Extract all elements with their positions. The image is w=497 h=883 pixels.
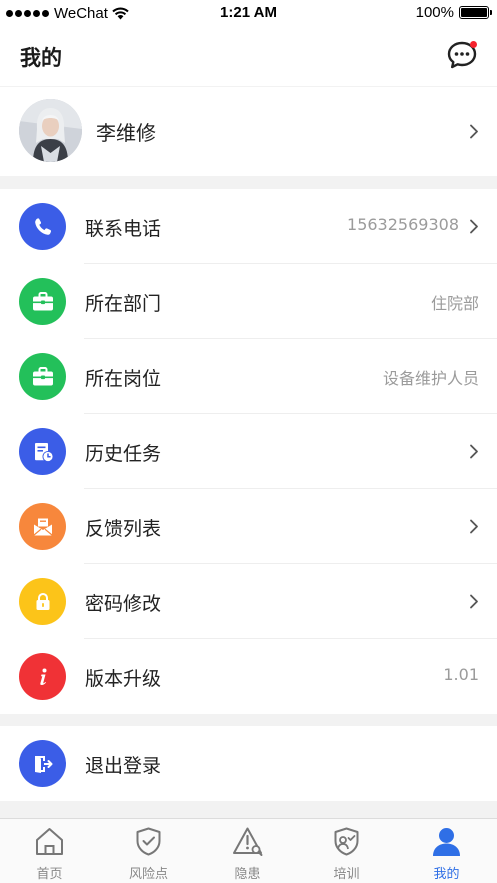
battery-status: 100% [415, 4, 492, 21]
menu-item-feedback[interactable]: 反馈列表 [0, 489, 497, 564]
menu-item-phone[interactable]: 联系电话 15632569308 [0, 189, 497, 264]
tab-label: 培训 [333, 867, 360, 882]
tab-hazards[interactable]: 隐患 [198, 819, 297, 883]
menu-item-label: 历史任务 [85, 443, 162, 465]
menu-item-label: 版本升级 [85, 668, 162, 690]
menu-item-history-tasks[interactable]: 历史任务 [0, 414, 497, 489]
phone-icon [19, 203, 66, 250]
shield-check-icon [136, 827, 161, 856]
unread-badge [470, 41, 477, 48]
warning-search-icon [233, 827, 263, 856]
chevron-right-icon [470, 594, 478, 609]
profile-name: 李维修 [96, 121, 156, 145]
department-value: 住院部 [430, 294, 479, 313]
battery-percent: 100% [415, 4, 454, 21]
menu-item-position: 所在岗位 设备维护人员 [0, 339, 497, 414]
menu-item-label: 反馈列表 [85, 518, 162, 540]
logout-button[interactable]: 退出登录 [0, 726, 497, 801]
tab-risk-points[interactable]: 风险点 [99, 819, 198, 883]
lock-icon [19, 578, 66, 625]
version-value: 1.01 [443, 665, 479, 684]
chevron-right-icon [470, 219, 478, 234]
menu-item-department: 所在部门 住院部 [0, 264, 497, 339]
logout-label: 退出登录 [85, 755, 162, 777]
chevron-right-icon [470, 444, 478, 459]
tab-bar: 首页 风险点 隐患 培训 我的 [0, 818, 497, 883]
tab-training[interactable]: 培训 [297, 819, 396, 883]
envelope-icon [19, 503, 66, 550]
position-value: 设备维护人员 [382, 369, 479, 388]
battery-icon [459, 6, 492, 19]
chat-bubble-icon[interactable] [446, 40, 478, 70]
avatar [19, 99, 82, 162]
menu-item-label: 所在岗位 [85, 368, 162, 390]
menu-item-label: 密码修改 [85, 593, 162, 615]
menu-item-version-upgrade[interactable]: 版本升级 1.01 [0, 639, 497, 714]
tab-label: 风险点 [128, 867, 168, 882]
tab-label: 首页 [36, 867, 63, 882]
tab-mine[interactable]: 我的 [397, 819, 496, 883]
chevron-right-icon [470, 519, 478, 534]
logout-section: 退出登录 [0, 726, 497, 801]
briefcase-icon [19, 278, 66, 325]
tab-label: 我的 [433, 867, 460, 882]
logout-icon [19, 740, 66, 787]
home-icon [36, 828, 63, 855]
menu-item-label: 联系电话 [85, 218, 162, 240]
person-icon [433, 828, 460, 856]
status-bar: WeChat 1:21 AM 100% [0, 0, 497, 26]
profile-card[interactable]: 李维修 [0, 87, 497, 176]
info-icon [19, 653, 66, 700]
training-icon [334, 827, 359, 856]
menu-item-change-password[interactable]: 密码修改 [0, 564, 497, 639]
briefcase-icon [19, 353, 66, 400]
header: 我的 [0, 26, 497, 86]
tab-label: 隐患 [234, 867, 261, 882]
chevron-right-icon [470, 124, 478, 139]
menu-list: 联系电话 15632569308 所在部门 住院部 所在岗位 设备维护人员 历史… [0, 189, 497, 714]
tab-home[interactable]: 首页 [0, 819, 99, 883]
history-task-icon [19, 428, 66, 475]
phone-number: 15632569308 [347, 215, 459, 234]
menu-item-label: 所在部门 [85, 293, 162, 315]
page-title: 我的 [20, 46, 62, 70]
